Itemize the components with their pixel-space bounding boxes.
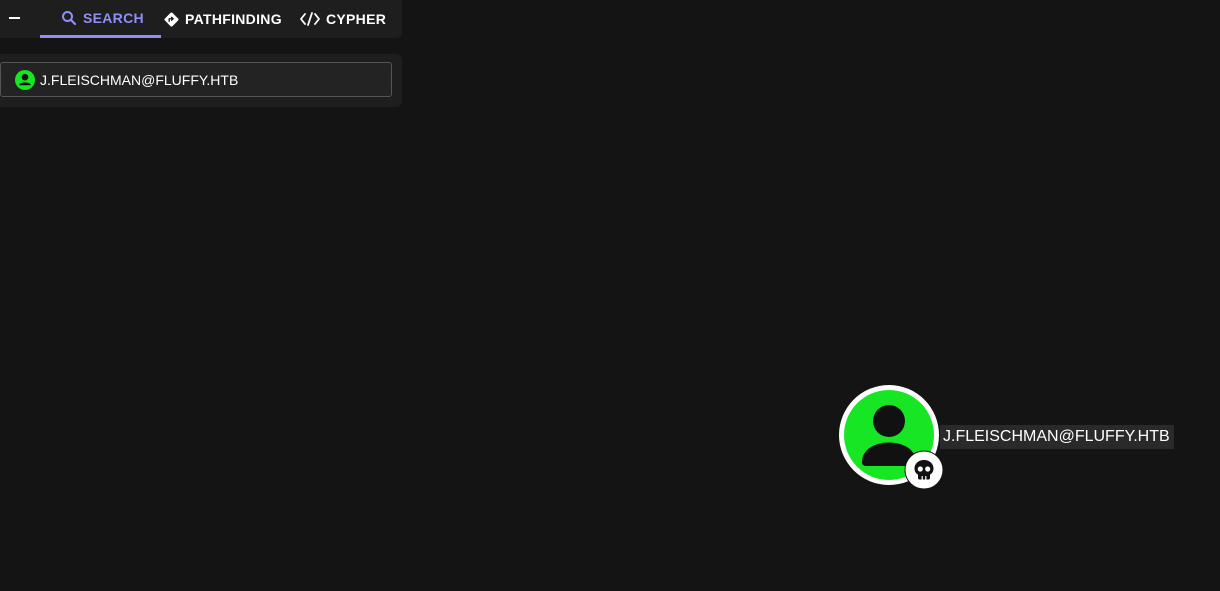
graph-node-label: J.FLEISCHMAN@FLUFFY.HTB	[940, 425, 1174, 449]
graph-node-user[interactable]	[838, 384, 944, 490]
pathfinding-icon	[164, 12, 179, 26]
tab-cypher[interactable]: CYPHER	[300, 0, 386, 38]
tab-pathfinding-label: PATHFINDING	[185, 11, 282, 27]
user-icon	[15, 69, 35, 90]
search-icon	[62, 10, 77, 25]
explore-tab-bar: SEARCH PATHFINDING CYPHER	[0, 0, 402, 38]
skull-icon	[904, 450, 944, 490]
tab-search-label: SEARCH	[83, 9, 144, 26]
collapse-panel-button[interactable]	[6, 9, 24, 27]
search-input-value: J.FLEISCHMAN@FLUFFY.HTB	[40, 71, 239, 88]
code-icon	[300, 12, 320, 26]
graph-canvas[interactable]: SEARCH PATHFINDING CYPHER J.FLEISCHMAN@F…	[0, 0, 1220, 591]
tab-search[interactable]: SEARCH	[40, 0, 161, 38]
tab-cypher-label: CYPHER	[326, 11, 387, 27]
search-input[interactable]: J.FLEISCHMAN@FLUFFY.HTB	[0, 62, 392, 97]
search-panel: J.FLEISCHMAN@FLUFFY.HTB	[0, 54, 402, 107]
tab-pathfinding[interactable]: PATHFINDING	[164, 0, 282, 38]
